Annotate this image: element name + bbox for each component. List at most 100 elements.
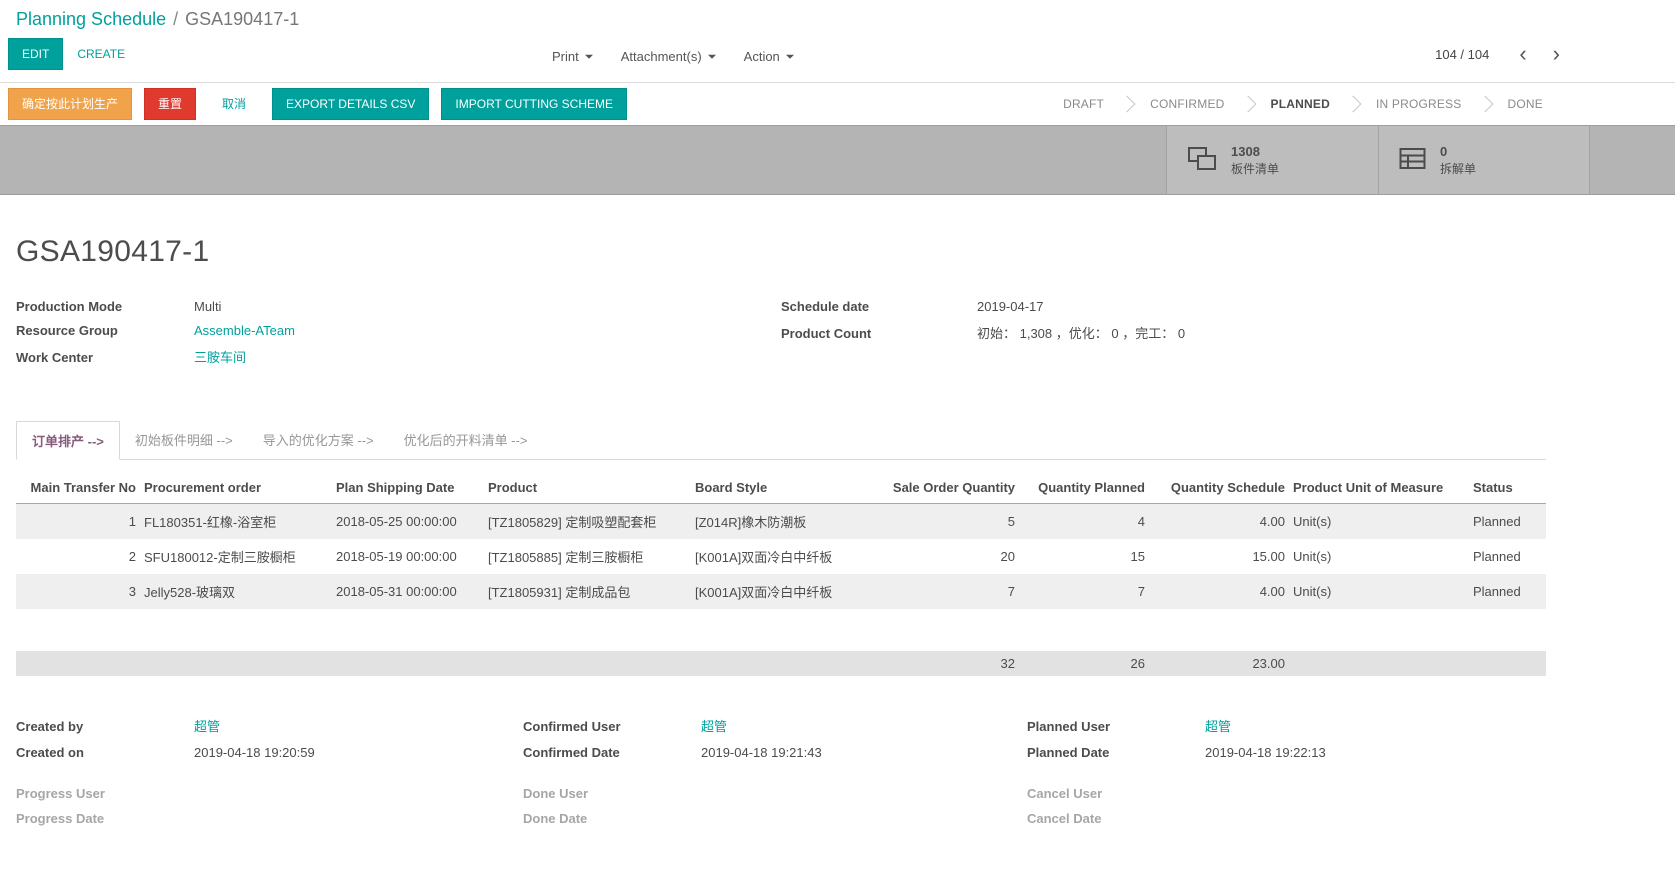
export-details-csv-button[interactable]: EXPORT DETAILS CSV — [272, 88, 429, 120]
production-mode-value: Multi — [194, 299, 221, 314]
field-cancel-user: Cancel User — [1027, 786, 1546, 801]
pager-previous-button[interactable]: ‹ — [1519, 43, 1526, 65]
table-row[interactable]: 2 SFU180012-定制三胺橱柜 2018-05-19 00:00:00 [… — [16, 539, 1546, 574]
pager: 104 / 104 ‹ › — [1435, 43, 1560, 65]
created-by-user-link[interactable]: 超管 — [194, 716, 220, 735]
confirmed-date-value: 2019-04-18 19:21:43 — [701, 745, 822, 760]
field-label: Created by — [16, 719, 194, 734]
reset-button[interactable]: 重置 — [144, 88, 196, 120]
create-button[interactable]: CREATE — [63, 38, 139, 70]
tab-order-scheduling[interactable]: 订单排产 --> — [16, 421, 120, 460]
cancel-button[interactable]: 取消 — [208, 88, 260, 120]
breadcrumb-separator: / — [173, 9, 178, 29]
field-product-count: Product Count 初始： 1,308 ，优化： 0 ，完工： 0 — [781, 323, 1546, 342]
confirm-produce-button[interactable]: 确定按此计划生产 — [8, 88, 132, 120]
field-progress-user: Progress User — [16, 786, 523, 801]
work-center-link[interactable]: 三胺车间 — [194, 347, 246, 366]
status-step-done[interactable]: DONE — [1491, 88, 1560, 120]
action-dropdown[interactable]: Action — [744, 49, 794, 64]
action-dropdown-label: Action — [744, 49, 780, 64]
column-header-quantity-schedule[interactable]: Quantity Schedule — [1149, 472, 1289, 504]
total-sale-order-quantity: 32 — [871, 651, 1019, 676]
field-label: Cancel User — [1027, 786, 1205, 801]
disassembly-count: 0 — [1440, 143, 1476, 161]
cell-procurement-order: Jelly528-玻璃双 — [140, 574, 332, 609]
tab-optimized-cutting-list[interactable]: 优化后的开料清单 --> — [389, 421, 543, 460]
field-cancel-date: Cancel Date — [1027, 811, 1546, 826]
field-label: Progress Date — [16, 811, 194, 826]
field-progress-date: Progress Date — [16, 811, 523, 826]
status-step-confirmed[interactable]: CONFIRMED — [1133, 88, 1241, 120]
field-label: Planned Date — [1027, 745, 1205, 760]
print-dropdown[interactable]: Print — [552, 49, 593, 64]
cell-plan-shipping-date: 2018-05-31 00:00:00 — [332, 574, 484, 609]
pager-count[interactable]: 104 / 104 — [1435, 47, 1489, 62]
cell-procurement-order: SFU180012-定制三胺橱柜 — [140, 539, 332, 574]
field-group-left: Production Mode Multi Resource Group Ass… — [16, 299, 781, 375]
column-header-product-uom[interactable]: Product Unit of Measure — [1289, 472, 1469, 504]
column-header-board-style[interactable]: Board Style — [691, 472, 871, 504]
planned-date-value: 2019-04-18 19:22:13 — [1205, 745, 1326, 760]
field-label: Cancel Date — [1027, 811, 1205, 826]
field-confirmed-user: Confirmed User 超管 — [523, 716, 1027, 735]
cell-sale-order-quantity: 5 — [871, 504, 1019, 540]
cell-sale-order-quantity: 7 — [871, 574, 1019, 609]
field-label: Product Count — [781, 326, 977, 341]
field-label: Done User — [523, 786, 701, 801]
cell-plan-shipping-date: 2018-05-19 00:00:00 — [332, 539, 484, 574]
action-dropdowns: Print Attachment(s) Action — [552, 49, 794, 64]
cell-board-style: [K001A]双面冷白中纤板 — [691, 539, 871, 574]
cell-quantity-planned: 7 — [1019, 574, 1149, 609]
column-header-product[interactable]: Product — [484, 472, 691, 504]
field-label: Production Mode — [16, 299, 194, 314]
column-header-procurement-order[interactable]: Procurement order — [140, 472, 332, 504]
stat-text: 0 拆解单 — [1440, 143, 1476, 177]
control-panel: Planning Schedule/GSA190417-1 EDIT CREAT… — [0, 0, 1675, 83]
tab-imported-optimization-plan[interactable]: 导入的优化方案 --> — [248, 421, 389, 460]
field-resource-group: Resource Group Assemble-ATeam — [16, 323, 781, 338]
field-confirmed-date: Confirmed Date 2019-04-18 19:21:43 — [523, 745, 1027, 760]
column-header-status[interactable]: Status — [1469, 472, 1546, 504]
cell-main-transfer-no: 3 — [16, 574, 140, 609]
cell-product: [TZ1805931] 定制成品包 — [484, 574, 691, 609]
cell-product-uom: Unit(s) — [1289, 539, 1469, 574]
board-list-count: 1308 — [1231, 143, 1279, 161]
field-label: Created on — [16, 745, 194, 760]
column-header-plan-shipping-date[interactable]: Plan Shipping Date — [332, 472, 484, 504]
breadcrumb-parent-link[interactable]: Planning Schedule — [16, 9, 166, 29]
disassembly-stat-button[interactable]: 0 拆解单 — [1378, 126, 1590, 194]
board-list-stat-button[interactable]: 1308 板件清单 — [1166, 126, 1378, 194]
status-step-planned[interactable]: PLANNED — [1254, 88, 1347, 120]
cell-product: [TZ1805829] 定制吸塑配套柜 — [484, 504, 691, 540]
form-sheet: GSA190417-1 Production Mode Multi Resour… — [0, 195, 1675, 876]
table-row[interactable]: 3 Jelly528-玻璃双 2018-05-31 00:00:00 [TZ18… — [16, 574, 1546, 609]
caret-down-icon — [786, 54, 794, 58]
status-step-in-progress[interactable]: IN PROGRESS — [1359, 88, 1479, 120]
cell-product-uom: Unit(s) — [1289, 504, 1469, 540]
field-label: Resource Group — [16, 323, 194, 338]
field-created-by: Created by 超管 — [16, 716, 523, 735]
cell-procurement-order: FL180351-红橡-浴室柜 — [140, 504, 332, 540]
cell-status: Planned — [1469, 504, 1546, 540]
column-header-main-transfer-no[interactable]: Main Transfer No — [16, 472, 140, 504]
column-header-quantity-planned[interactable]: Quantity Planned — [1019, 472, 1149, 504]
cell-status: Planned — [1469, 539, 1546, 574]
pager-next-button[interactable]: › — [1553, 43, 1560, 65]
attachments-dropdown[interactable]: Attachment(s) — [621, 49, 716, 64]
edit-button[interactable]: EDIT — [8, 38, 63, 70]
board-list-label: 板件清单 — [1231, 161, 1279, 177]
audit-column-1: Created by 超管 Created on 2019-04-18 19:2… — [16, 716, 523, 836]
field-label: Progress User — [16, 786, 194, 801]
field-planned-date: Planned Date 2019-04-18 19:22:13 — [1027, 745, 1546, 760]
import-cutting-scheme-button[interactable]: IMPORT CUTTING SCHEME — [441, 88, 627, 120]
confirmed-user-link[interactable]: 超管 — [701, 716, 727, 735]
resource-group-link[interactable]: Assemble-ATeam — [194, 323, 295, 338]
caret-down-icon — [708, 54, 716, 58]
column-header-sale-order-quantity[interactable]: Sale Order Quantity — [871, 472, 1019, 504]
status-step-draft[interactable]: DRAFT — [1046, 88, 1121, 120]
order-lines-table: Main Transfer No Procurement order Plan … — [16, 472, 1546, 676]
planned-user-link[interactable]: 超管 — [1205, 716, 1231, 735]
tab-initial-board-detail[interactable]: 初始板件明细 --> — [120, 421, 248, 460]
table-row[interactable]: 1 FL180351-红橡-浴室柜 2018-05-25 00:00:00 [T… — [16, 504, 1546, 540]
field-planned-user: Planned User 超管 — [1027, 716, 1546, 735]
